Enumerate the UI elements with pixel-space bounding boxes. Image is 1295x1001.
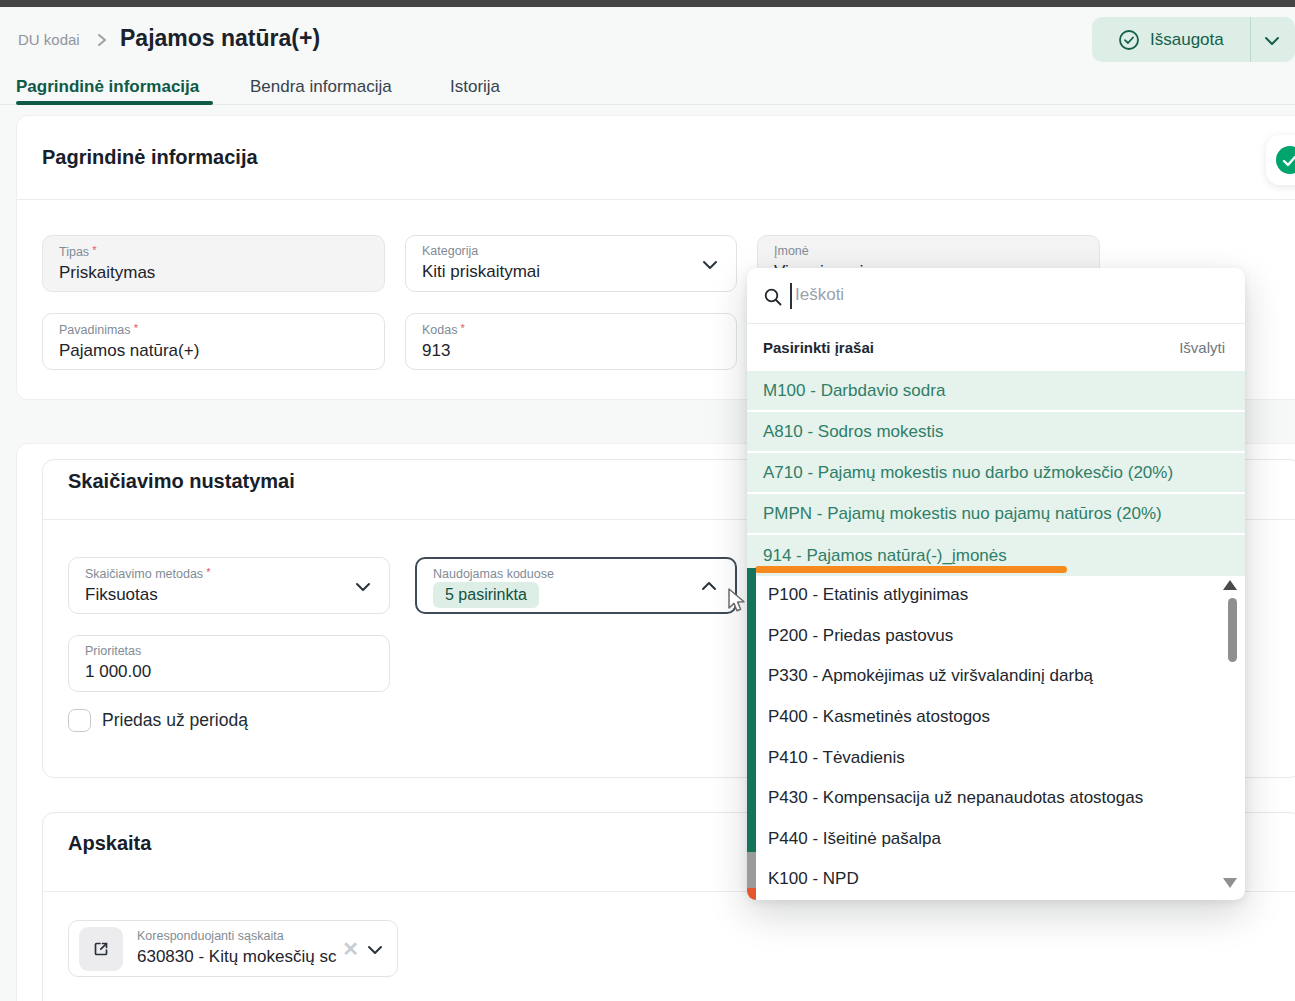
window-top-strip — [0, 0, 1295, 7]
kodas-label: Kodas — [422, 323, 457, 337]
clear-selection-link[interactable]: Išvalyti — [1179, 339, 1225, 356]
search-input[interactable]: Ieškoti — [795, 285, 844, 305]
external-link-icon — [91, 939, 111, 959]
check-icon — [1282, 154, 1295, 168]
selected-items-header: Pasirinkti įrašai Išvalyti — [747, 325, 1245, 371]
selected-item[interactable]: A710 - Pajamų mokestis nuo darbo užmokes… — [747, 453, 1245, 494]
page-title: Pajamos natūra(+) — [120, 25, 320, 52]
selected-item[interactable]: M100 - Darbdavio sodra — [747, 371, 1245, 412]
koduose-label: Naudojamas koduose — [433, 567, 719, 581]
list-item[interactable]: P400 - Kasmetinės atostogos — [756, 697, 1236, 738]
section-title-skaiciavimo: Skaičiavimo nustatymai — [68, 470, 295, 493]
list-item[interactable]: P100 - Etatinis atlyginimas — [756, 575, 1236, 616]
tipas-field: Tipas * Priskaitymas — [42, 235, 385, 292]
prioritetas-label: Prioritetas — [85, 644, 373, 658]
scrollbar-down-arrow[interactable] — [1223, 878, 1237, 888]
list-item[interactable]: K100 - NPD — [756, 859, 1236, 900]
chevron-down-icon[interactable] — [1264, 36, 1280, 46]
imone-label: Įmonė — [774, 244, 1083, 258]
drag-indicator-bar — [755, 566, 1067, 573]
breadcrumb-du-kodai[interactable]: DU kodai — [18, 31, 80, 48]
selected-count-badge: 5 pasirinkta — [433, 582, 539, 608]
selected-item[interactable]: A810 - Sodros mokestis — [747, 412, 1245, 453]
selected-header-label: Pasirinkti įrašai — [763, 339, 874, 356]
breadcrumb-chevron-icon — [96, 33, 108, 47]
dropdown-search-row[interactable]: Ieškoti — [747, 268, 1245, 324]
chevron-down-icon — [702, 260, 718, 270]
external-link-icon-box[interactable] — [79, 927, 123, 971]
search-icon — [763, 287, 783, 307]
checkbox-label: Priedas už periodą — [102, 710, 248, 731]
priedas-uz-perioda-checkbox[interactable] — [68, 709, 91, 732]
metodas-value: Fiksuotas — [85, 585, 373, 605]
selected-item[interactable]: PMPN - Pajamų mokestis nuo pajamų natūro… — [747, 494, 1245, 535]
clear-x-icon[interactable]: ✕ — [342, 937, 359, 961]
tipas-value: Priskaitymas — [59, 263, 368, 283]
mouse-cursor — [725, 587, 749, 615]
chevron-up-icon — [701, 581, 717, 591]
list-item[interactable]: P200 - Priedas pastovus — [756, 616, 1236, 657]
active-tab-underline — [16, 101, 213, 105]
pavadinimas-label: Pavadinimas — [59, 323, 131, 337]
tipas-label: Tipas — [59, 245, 89, 259]
pavadinimas-value: Pajamos natūra(+) — [59, 341, 368, 361]
tab-bendra-informacija[interactable]: Bendra informacija — [250, 77, 392, 97]
naudojamas-koduose-multiselect[interactable]: Naudojamas koduose 5 pasirinkta — [415, 557, 737, 614]
scrollbar-thumb[interactable] — [1228, 598, 1237, 662]
list-item[interactable]: P440 - Išeitinė pašalpa — [756, 819, 1236, 860]
tab-istorija[interactable]: Istorija — [450, 77, 500, 97]
saved-button[interactable]: Išsaugota — [1092, 17, 1295, 62]
button-divider — [1250, 17, 1251, 62]
options-list: P100 - Etatinis atlyginimas P200 - Pried… — [756, 575, 1236, 900]
kategorija-select[interactable]: Kategorija Kiti priskaitymai — [405, 235, 737, 292]
list-item[interactable]: P410 - Tėvadienis — [756, 737, 1236, 778]
kodas-input[interactable]: Kodas * 913 — [405, 313, 737, 370]
page: DU kodai Pajamos natūra(+) Išsaugota Pag… — [0, 0, 1295, 1001]
koresponduojanti-saskaita-select[interactable]: Koresponduojanti sąskaita 630830 - Kitų … — [68, 920, 398, 977]
scrollbar-up-arrow[interactable] — [1223, 580, 1237, 590]
metodas-label: Skaičiavimo metodas — [85, 567, 203, 581]
kodas-value: 913 — [422, 341, 720, 361]
list-item[interactable]: P330 - Apmokėjimas už viršvalandinį darb… — [756, 656, 1236, 697]
section-title-apskaita: Apskaita — [68, 832, 151, 855]
section-divider — [17, 199, 1295, 200]
selected-items-list: M100 - Darbdavio sodra A810 - Sodros mok… — [747, 371, 1245, 576]
list-item[interactable]: P430 - Kompensacija už nepanaudotas atos… — [756, 778, 1236, 819]
pavadinimas-input[interactable]: Pavadinimas * Pajamos natūra(+) — [42, 313, 385, 370]
prioritetas-input[interactable]: Prioritetas 1 000.00 — [68, 635, 390, 692]
chevron-down-icon — [355, 582, 371, 592]
skaiciavimo-metodas-select[interactable]: Skaičiavimo metodas * Fiksuotas — [68, 557, 390, 614]
kategorija-value: Kiti priskaitymai — [422, 262, 720, 282]
text-caret — [790, 283, 792, 309]
multiselect-dropdown-panel: Ieškoti Pasirinkti įrašai Išvalyti M100 … — [747, 268, 1245, 900]
left-scroll-strip-gray[interactable] — [747, 852, 756, 888]
section-status-button[interactable] — [1266, 135, 1295, 185]
koresponduojanti-value: 630830 - Kitų mokesčių sc — [137, 947, 365, 967]
kategorija-label: Kategorija — [422, 244, 720, 258]
check-circle-icon — [1118, 29, 1140, 51]
section-title-pagrindine: Pagrindinė informacija — [42, 146, 258, 169]
tab-pagrindine-informacija[interactable]: Pagrindinė informacija — [16, 77, 199, 97]
chevron-down-icon — [367, 945, 383, 955]
saved-button-label: Išsaugota — [1150, 30, 1224, 50]
prioritetas-value: 1 000.00 — [85, 662, 373, 682]
